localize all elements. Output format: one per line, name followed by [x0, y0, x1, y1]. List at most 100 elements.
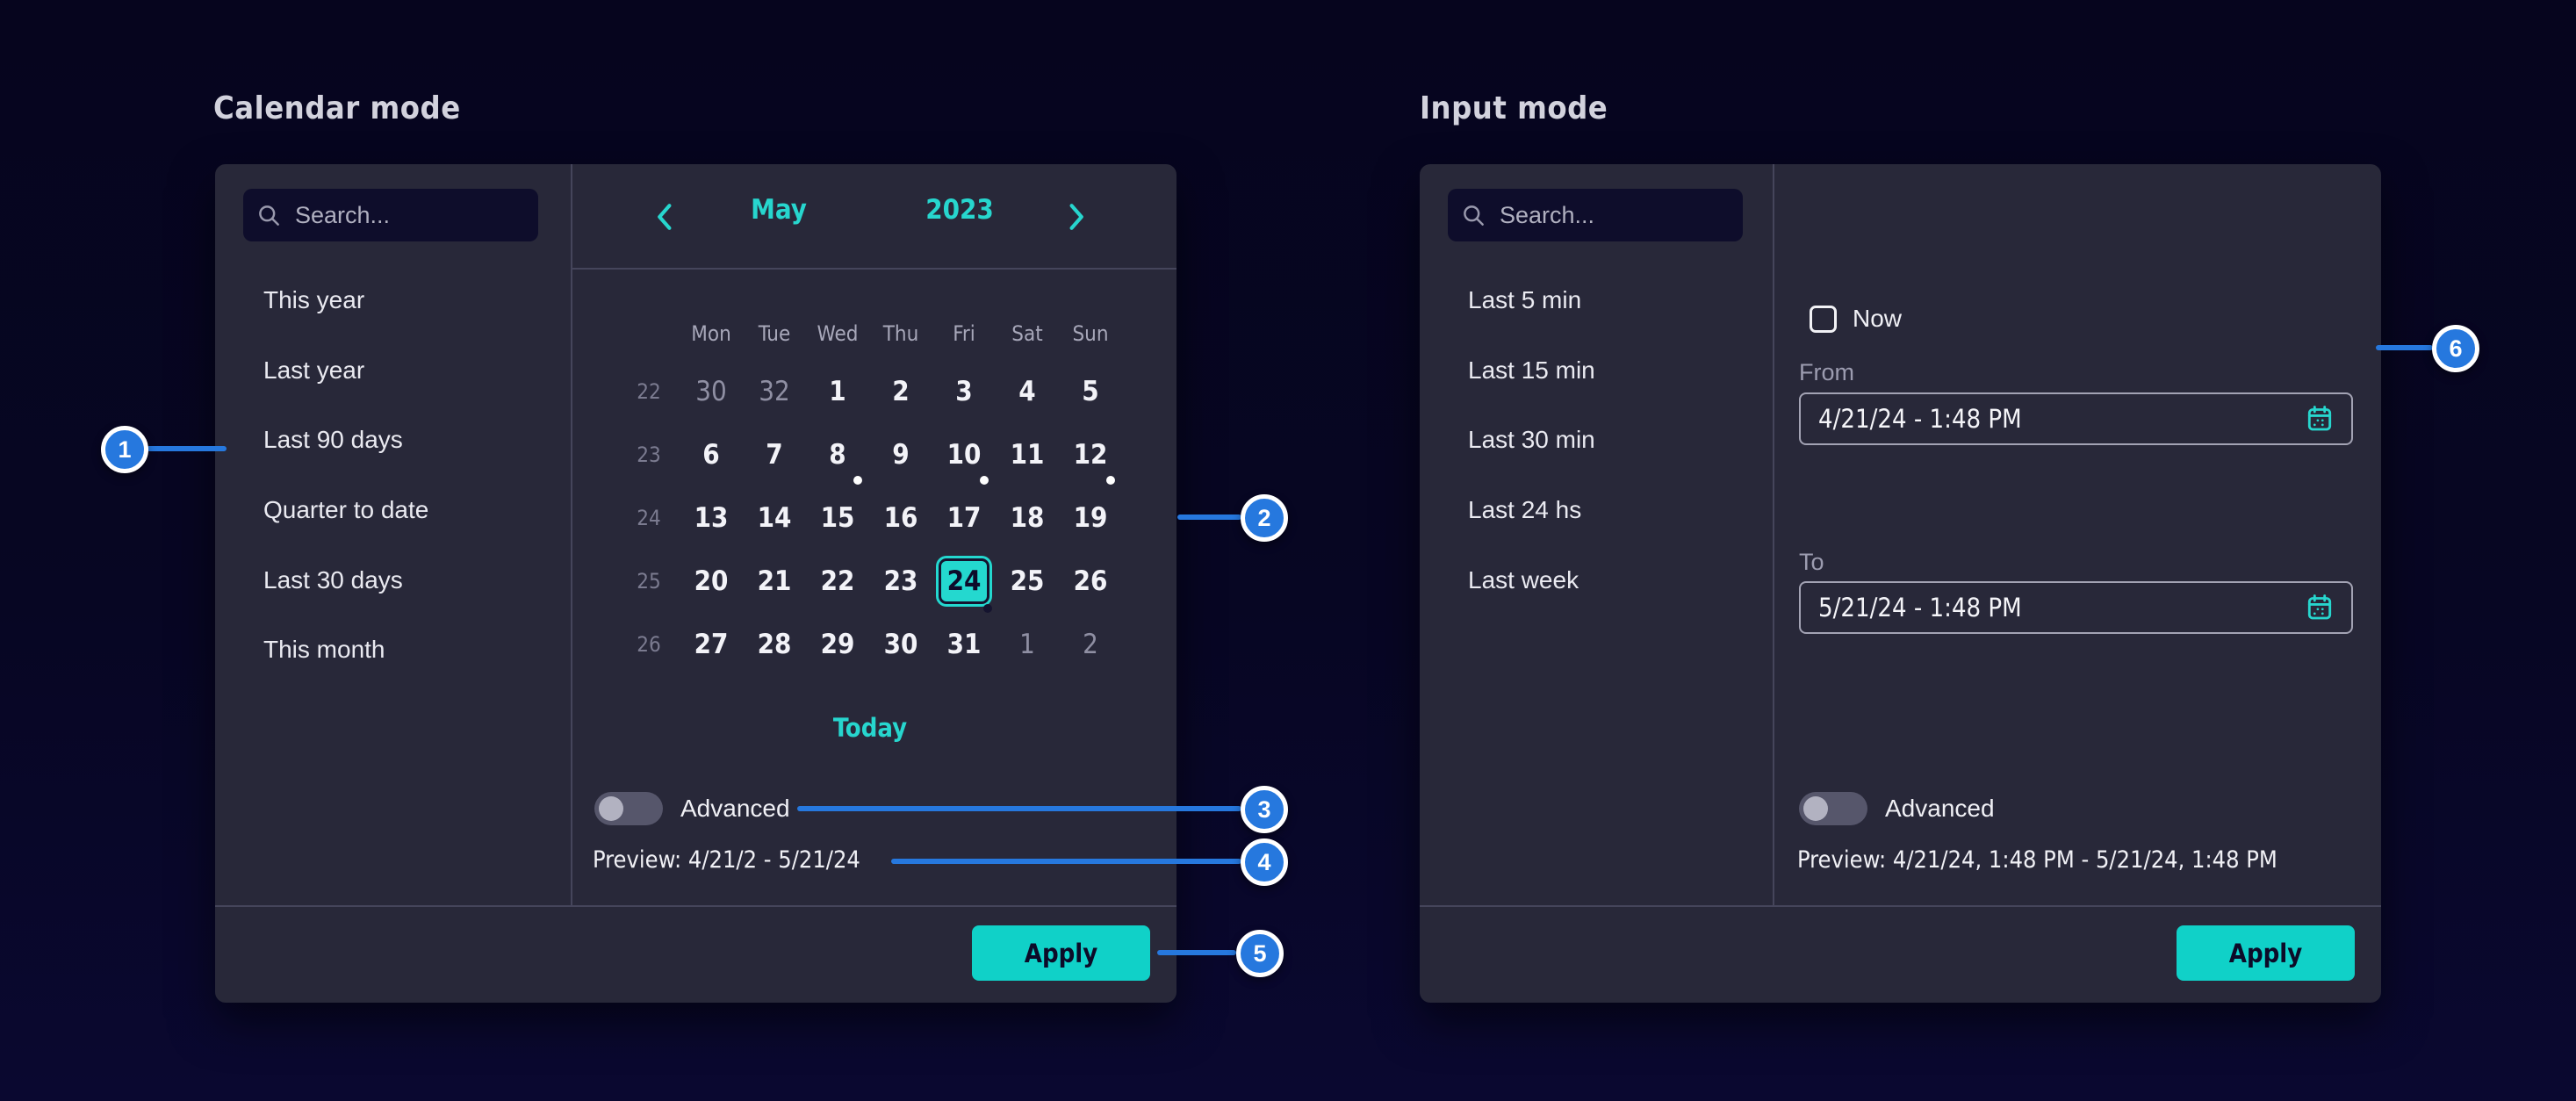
toggle-knob — [1803, 796, 1828, 821]
day-cell[interactable]: 4 — [996, 360, 1059, 423]
now-checkbox[interactable] — [1810, 306, 1837, 333]
weekday-header: Mon — [680, 307, 743, 360]
now-label: Now — [1853, 305, 1902, 333]
annotation-badge-6: 6 — [2432, 325, 2479, 372]
day-cell[interactable]: 29 — [806, 613, 869, 676]
annotation-badge-2: 2 — [1241, 494, 1288, 542]
day-cell-with-event[interactable]: 8 — [806, 423, 869, 486]
to-input[interactable] — [1817, 592, 2295, 623]
search-input-wrapper — [1448, 189, 1743, 241]
day-cell[interactable]: 31 — [932, 613, 996, 676]
day-cell[interactable]: 28 — [743, 613, 806, 676]
day-cell[interactable]: 6 — [680, 423, 743, 486]
search-input[interactable] — [293, 201, 524, 230]
day-cell[interactable]: 1 — [806, 360, 869, 423]
calendar-icon[interactable] — [2304, 592, 2335, 623]
day-cell[interactable]: 25 — [996, 550, 1059, 613]
advanced-toggle[interactable] — [594, 792, 663, 825]
calendar-mode-panel: This year Last year Last 90 days Quarter… — [215, 164, 1176, 1003]
toggle-knob — [599, 796, 623, 821]
chevron-right-icon[interactable] — [1061, 201, 1093, 233]
from-field — [1799, 392, 2353, 445]
day-cell[interactable]: 30 — [869, 613, 932, 676]
week-number: 26 — [618, 613, 680, 676]
day-cell[interactable]: 15 — [806, 486, 869, 550]
event-dot — [983, 604, 992, 613]
advanced-row: Advanced — [1799, 792, 1995, 825]
week-number: 22 — [618, 360, 680, 423]
annotation-badge-1: 1 — [101, 426, 148, 473]
day-cell[interactable]: 17 — [932, 486, 996, 550]
search-input[interactable] — [1498, 201, 1729, 230]
day-cell[interactable]: 16 — [869, 486, 932, 550]
footer-divider — [215, 905, 1176, 907]
day-cell[interactable]: 5 — [1059, 360, 1122, 423]
preview-text: Preview: 4/21/2 - 5/21/24 — [593, 846, 860, 874]
week-number: 23 — [618, 423, 680, 486]
weekday-header: Thu — [869, 307, 932, 360]
preview-text: Preview: 4/21/24, 1:48 PM - 5/21/24, 1:4… — [1797, 846, 2277, 874]
day-cell[interactable]: 2 — [1059, 613, 1122, 676]
advanced-row: Advanced — [594, 792, 790, 825]
today-link[interactable]: Today — [618, 713, 1122, 743]
day-cell[interactable]: 20 — [680, 550, 743, 613]
week-number: 24 — [618, 486, 680, 550]
day-cell[interactable]: 18 — [996, 486, 1059, 550]
month-label[interactable]: May — [751, 194, 807, 226]
input-mode-title: Input mode — [1420, 90, 1608, 126]
annotation-line-4 — [891, 859, 1241, 864]
preset-last-24-hs[interactable]: Last 24 hs — [1420, 475, 2381, 545]
day-cell[interactable]: 27 — [680, 613, 743, 676]
week-number-header — [618, 307, 680, 360]
apply-button[interactable]: Apply — [2177, 925, 2355, 981]
footer-divider — [1420, 905, 2381, 907]
day-cell-selected[interactable]: 24 — [932, 550, 996, 613]
annotation-line-5 — [1157, 950, 1236, 955]
advanced-label: Advanced — [1885, 795, 1995, 823]
day-cell[interactable]: 21 — [743, 550, 806, 613]
chevron-left-icon[interactable] — [648, 201, 680, 233]
year-label[interactable]: 2023 — [925, 194, 994, 226]
calendar-mode-title: Calendar mode — [213, 90, 461, 126]
event-dot — [853, 476, 862, 485]
weekday-header: Sat — [996, 307, 1059, 360]
event-dot — [980, 476, 989, 485]
annotation-line-3 — [797, 806, 1241, 811]
annotation-badge-5: 5 — [1236, 930, 1284, 977]
day-cell[interactable]: 3 — [932, 360, 996, 423]
day-cell[interactable]: 13 — [680, 486, 743, 550]
weekday-header: Fri — [932, 307, 996, 360]
annotation-line-2 — [1177, 515, 1241, 520]
calendar-header: May 2023 — [571, 164, 1176, 270]
day-cell-with-event[interactable]: 12 — [1059, 423, 1122, 486]
week-number: 25 — [618, 550, 680, 613]
event-dot — [1106, 476, 1115, 485]
day-cell[interactable]: 22 — [806, 550, 869, 613]
day-cell[interactable]: 2 — [869, 360, 932, 423]
calendar-icon[interactable] — [2304, 403, 2335, 435]
day-cell[interactable]: 23 — [869, 550, 932, 613]
day-cell[interactable]: 1 — [996, 613, 1059, 676]
from-label: From — [1799, 359, 1854, 386]
annotation-line-1 — [147, 446, 227, 451]
to-field — [1799, 581, 2353, 634]
search-input-wrapper — [243, 189, 538, 241]
day-cell[interactable]: 7 — [743, 423, 806, 486]
day-cell[interactable]: 30 — [680, 360, 743, 423]
day-cell[interactable]: 11 — [996, 423, 1059, 486]
weekday-header: Sun — [1059, 307, 1122, 360]
now-row: Now — [1810, 305, 1902, 333]
day-cell[interactable]: 9 — [869, 423, 932, 486]
calendar-grid: Mon Tue Wed Thu Fri Sat Sun 22 30 32 1 2… — [618, 307, 1122, 676]
day-cell[interactable]: 19 — [1059, 486, 1122, 550]
apply-button[interactable]: Apply — [972, 925, 1150, 981]
advanced-label: Advanced — [680, 795, 790, 823]
day-cell[interactable]: 32 — [743, 360, 806, 423]
from-input[interactable] — [1817, 403, 2295, 435]
day-cell[interactable]: 26 — [1059, 550, 1122, 613]
search-icon — [1462, 204, 1486, 227]
advanced-toggle[interactable] — [1799, 792, 1867, 825]
day-cell-with-event[interactable]: 10 — [932, 423, 996, 486]
annotation-badge-3: 3 — [1241, 786, 1288, 833]
day-cell[interactable]: 14 — [743, 486, 806, 550]
